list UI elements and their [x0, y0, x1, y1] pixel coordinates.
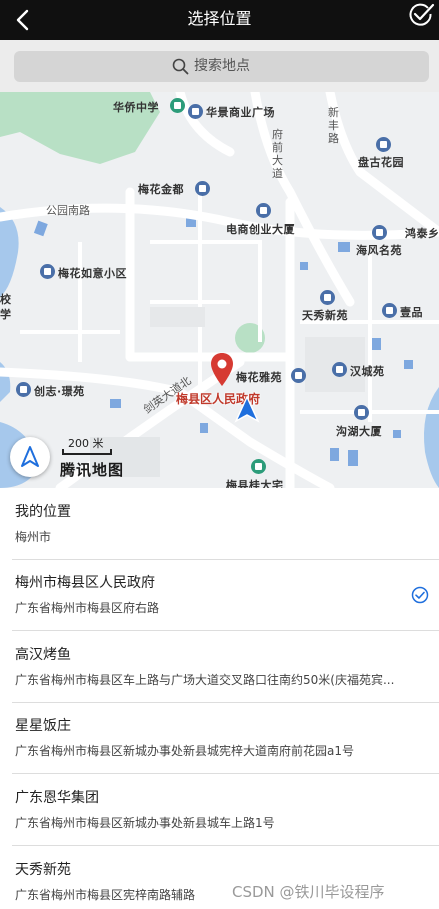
school-poi-icon[interactable]: [170, 98, 185, 113]
building-poi-icon[interactable]: [16, 382, 31, 397]
map-label-gongyuan: 公园南路: [46, 204, 90, 217]
map-view[interactable]: 华侨中学 华景商业广场 新丰路 府前大道 盘古花园 梅花金都 公园南路 电商创业…: [0, 92, 439, 488]
map-label-meixian: 梅县桂大宅: [226, 479, 284, 488]
building-poi-icon[interactable]: [291, 368, 306, 383]
map-label-xinfeng: 新丰路: [328, 106, 339, 145]
building-poi-icon[interactable]: [376, 137, 391, 152]
navigation-arrow-icon: [21, 446, 39, 467]
building-poi-icon[interactable]: [382, 303, 397, 318]
location-name: 高汉烤鱼: [15, 647, 71, 663]
watermark: CSDN @铁川毕设程序: [232, 883, 385, 901]
current-heading-icon: [234, 395, 260, 423]
map-label-dianshang: 电商创业大厦: [226, 223, 295, 236]
list-item[interactable]: 梅州市梅县区人民政府 广东省梅州市梅县区府右路: [0, 560, 439, 631]
location-address: 广东省梅州市梅县区府右路: [15, 601, 160, 615]
map-label-xiao: 校: [0, 293, 12, 306]
scale-bar: [62, 449, 112, 455]
location-address: 广东省梅州市梅县区宪梓南路辅路: [15, 888, 196, 902]
search-input[interactable]: 搜索地点: [14, 51, 429, 82]
page-title: 选择位置: [187, 9, 252, 28]
location-name: 梅州市梅县区人民政府: [15, 575, 155, 591]
location-name: 星星饭庄: [15, 718, 71, 734]
building-poi-icon[interactable]: [372, 225, 387, 240]
office-poi-icon[interactable]: [256, 203, 271, 218]
location-list: 我的位置 梅州市 梅州市梅县区人民政府 广东省梅州市梅县区府右路 高汉烤鱼 广东…: [0, 488, 439, 909]
search-icon: [172, 58, 189, 75]
map-label-yipin: 壹品: [400, 306, 423, 319]
location-name: 广东恩华集团: [15, 790, 99, 806]
map-label-hongtai: 鸿泰乡: [405, 227, 439, 240]
map-brand-logo: 腾讯地图: [60, 461, 125, 479]
locate-me-button[interactable]: [10, 437, 50, 477]
location-address: 广东省梅州市梅县区新城办事处新县城车上路1号: [15, 816, 275, 830]
location-address: 广东省梅州市梅县区车上路与广场大道交叉路口往南约50米(庆福苑宾...: [15, 673, 395, 687]
office-poi-icon[interactable]: [354, 405, 369, 420]
list-item[interactable]: 广东恩华集团 广东省梅州市梅县区新城办事处新县城车上路1号: [0, 774, 439, 846]
map-label-meihuajindu: 梅花金都: [138, 183, 184, 196]
map-label-xunhu: 沟湖大厦: [336, 425, 382, 438]
map-label-xue: 学: [0, 308, 12, 321]
map-label-huajing: 华景商业广场: [206, 106, 275, 119]
list-item[interactable]: 星星饭庄 广东省梅州市梅县区新城办事处新县城宪梓大道南府前花园a1号: [0, 702, 439, 774]
map-label-panhu: 盘古花园: [358, 156, 404, 169]
map-label-hancheng: 汉城苑: [350, 365, 385, 378]
search-bar: 搜索地点: [0, 40, 439, 92]
map-label-meihuaya: 梅花雅苑: [236, 371, 282, 384]
search-placeholder: 搜索地点: [194, 58, 250, 74]
building-poi-icon[interactable]: [188, 104, 203, 119]
map-label-meihuaruyi: 梅花如意小区: [58, 267, 127, 280]
map-label-haifeng: 海风名苑: [356, 244, 402, 257]
building-poi-icon[interactable]: [332, 362, 347, 377]
selected-check-icon: [411, 586, 429, 604]
location-address: 广东省梅州市梅县区新城办事处新县城宪梓大道南府前花园a1号: [15, 744, 354, 758]
building-poi-icon[interactable]: [40, 264, 55, 279]
landmark-poi-icon[interactable]: [251, 459, 266, 474]
map-label-huaqiao: 华侨中学: [113, 101, 159, 114]
list-item[interactable]: 我的位置 梅州市: [0, 488, 439, 560]
location-name: 我的位置: [15, 504, 71, 520]
building-poi-icon[interactable]: [195, 181, 210, 196]
top-bar: 选择位置: [0, 0, 439, 40]
map-label-fuqian: 府前大道: [272, 128, 283, 180]
building-poi-icon[interactable]: [320, 290, 335, 305]
map-label-tianxiu: 天秀新苑: [302, 309, 348, 322]
map-label-chuangzhi: 创志·璟苑: [34, 385, 85, 398]
map-scale: 200 米: [62, 435, 114, 455]
location-address: 梅州市: [15, 530, 52, 544]
check-circle-icon[interactable]: [406, 2, 436, 30]
location-name: 天秀新苑: [15, 862, 71, 878]
location-pin-icon: [211, 353, 233, 386]
list-item[interactable]: 高汉烤鱼 广东省梅州市梅县区车上路与广场大道交叉路口往南约50米(庆福苑宾...: [0, 631, 439, 703]
